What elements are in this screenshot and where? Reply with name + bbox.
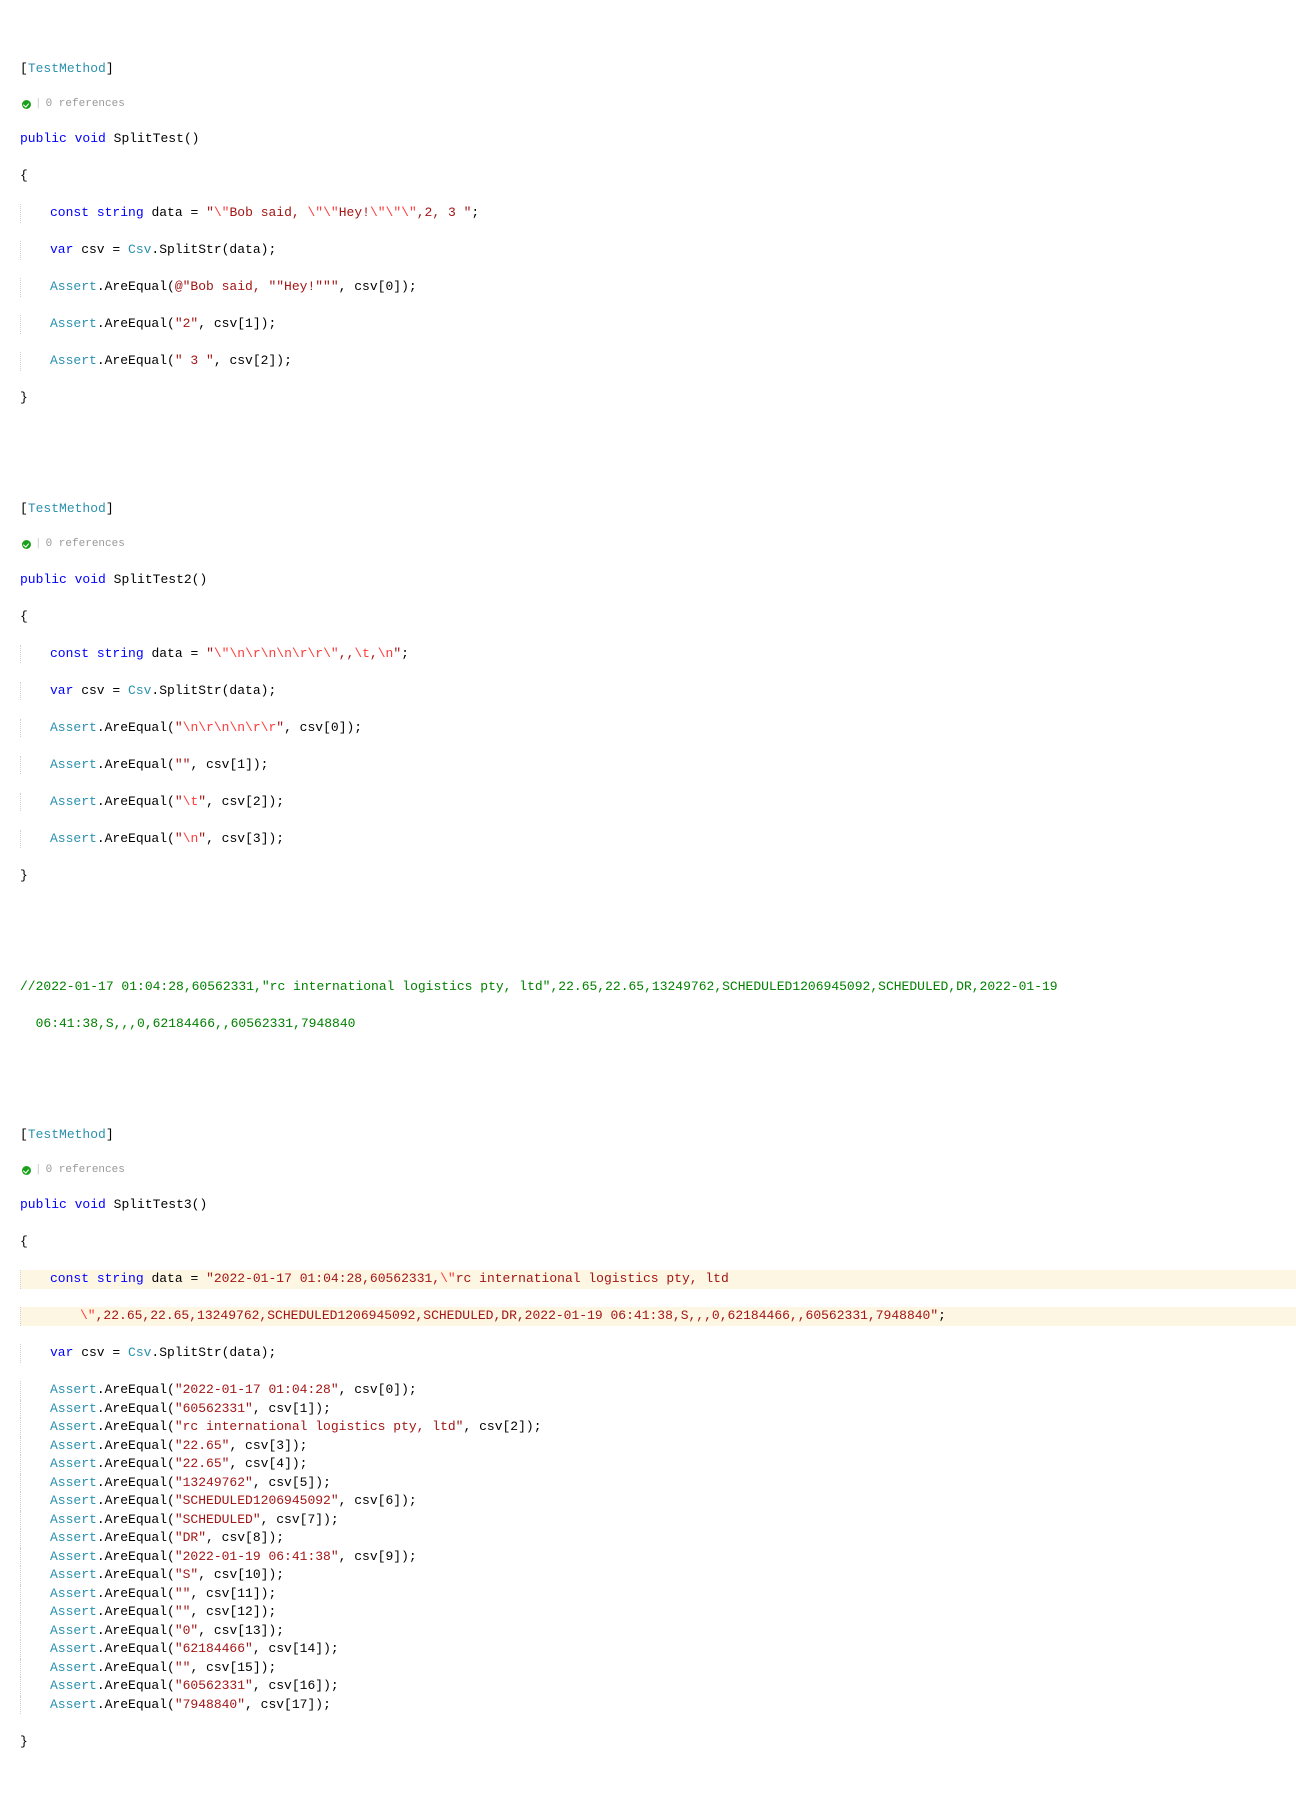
- code-line[interactable]: Assert.AreEqual("60562331", csv[16]);: [20, 1677, 1296, 1696]
- code-line[interactable]: Assert.AreEqual("DR", csv[8]);: [20, 1529, 1296, 1548]
- code-line[interactable]: 06:41:38,S,,,0,62184466,,60562331,794884…: [20, 1015, 1296, 1034]
- codelens[interactable]: |0 references: [20, 97, 1296, 112]
- code-line[interactable]: Assert.AreEqual("22.65", csv[4]);: [20, 1455, 1296, 1474]
- code-line[interactable]: const string data = "\"\n\r\n\n\r\r\",,\…: [20, 645, 1296, 664]
- code-line[interactable]: var csv = Csv.SplitStr(data);: [20, 1344, 1296, 1363]
- code-line[interactable]: Assert.AreEqual("", csv[12]);: [20, 1603, 1296, 1622]
- code-line[interactable]: Assert.AreEqual("60562331", csv[1]);: [20, 1400, 1296, 1419]
- test-pass-icon: [22, 100, 31, 109]
- code-line[interactable]: Assert.AreEqual("\n", csv[3]);: [20, 830, 1296, 849]
- code-line[interactable]: Assert.AreEqual("", csv[1]);: [20, 756, 1296, 775]
- code-editor[interactable]: [TestMethod] |0 references public void S…: [0, 0, 1296, 1808]
- code-line[interactable]: Assert.AreEqual("2022-01-17 01:04:28", c…: [20, 1381, 1296, 1400]
- test-pass-icon: [22, 540, 31, 549]
- code-line[interactable]: public void SplitTest(): [20, 130, 1296, 149]
- test-pass-icon: [22, 1166, 31, 1175]
- code-line[interactable]: Assert.AreEqual("62184466", csv[14]);: [20, 1640, 1296, 1659]
- code-line[interactable]: public void SplitTest3(): [20, 1196, 1296, 1215]
- code-line[interactable]: Assert.AreEqual("0", csv[13]);: [20, 1622, 1296, 1641]
- code-line[interactable]: Assert.AreEqual("\t", csv[2]);: [20, 793, 1296, 812]
- code-line[interactable]: }: [20, 1733, 1296, 1752]
- code-line[interactable]: public void SplitTest2(): [20, 571, 1296, 590]
- code-line[interactable]: Assert.AreEqual("2", csv[1]);: [20, 315, 1296, 334]
- code-line[interactable]: var csv = Csv.SplitStr(data);: [20, 682, 1296, 701]
- code-line[interactable]: Assert.AreEqual("7948840", csv[17]);: [20, 1696, 1296, 1715]
- code-line[interactable]: {: [20, 608, 1296, 627]
- code-line[interactable]: \",22.65,22.65,13249762,SCHEDULED1206945…: [20, 1307, 1296, 1326]
- code-line[interactable]: [TestMethod]: [20, 1126, 1296, 1145]
- code-line[interactable]: {: [20, 1233, 1296, 1252]
- codelens[interactable]: |0 references: [20, 1163, 1296, 1178]
- code-line[interactable]: [20, 904, 1296, 923]
- code-line[interactable]: }: [20, 389, 1296, 408]
- code-line[interactable]: Assert.AreEqual("", csv[15]);: [20, 1659, 1296, 1678]
- code-line[interactable]: var csv = Csv.SplitStr(data);: [20, 241, 1296, 260]
- code-line[interactable]: Assert.AreEqual("13249762", csv[5]);: [20, 1474, 1296, 1493]
- code-line[interactable]: Assert.AreEqual(" 3 ", csv[2]);: [20, 352, 1296, 371]
- code-line[interactable]: }: [20, 867, 1296, 886]
- code-line[interactable]: //2022-01-17 01:04:28,60562331,"rc inter…: [20, 978, 1296, 997]
- codelens[interactable]: |0 references: [20, 537, 1296, 552]
- code-line[interactable]: [20, 426, 1296, 445]
- code-line[interactable]: [TestMethod]: [20, 500, 1296, 519]
- code-line[interactable]: Assert.AreEqual("rc international logist…: [20, 1418, 1296, 1437]
- code-line[interactable]: Assert.AreEqual("SCHEDULED1206945092", c…: [20, 1492, 1296, 1511]
- code-line[interactable]: [20, 1052, 1296, 1071]
- code-line[interactable]: [TestMethod]: [20, 60, 1296, 79]
- code-line[interactable]: const string data = "2022-01-17 01:04:28…: [20, 1270, 1296, 1289]
- code-line[interactable]: Assert.AreEqual(@"Bob said, ""Hey!""", c…: [20, 278, 1296, 297]
- code-line[interactable]: Assert.AreEqual("SCHEDULED", csv[7]);: [20, 1511, 1296, 1530]
- code-line[interactable]: Assert.AreEqual("22.65", csv[3]);: [20, 1437, 1296, 1456]
- code-line[interactable]: Assert.AreEqual("", csv[11]);: [20, 1585, 1296, 1604]
- code-line[interactable]: Assert.AreEqual("\n\r\n\n\r\r", csv[0]);: [20, 719, 1296, 738]
- code-line[interactable]: const string data = "\"Bob said, \"\"Hey…: [20, 204, 1296, 223]
- code-line[interactable]: Assert.AreEqual("S", csv[10]);: [20, 1566, 1296, 1585]
- code-line[interactable]: {: [20, 167, 1296, 186]
- code-line[interactable]: Assert.AreEqual("2022-01-19 06:41:38", c…: [20, 1548, 1296, 1567]
